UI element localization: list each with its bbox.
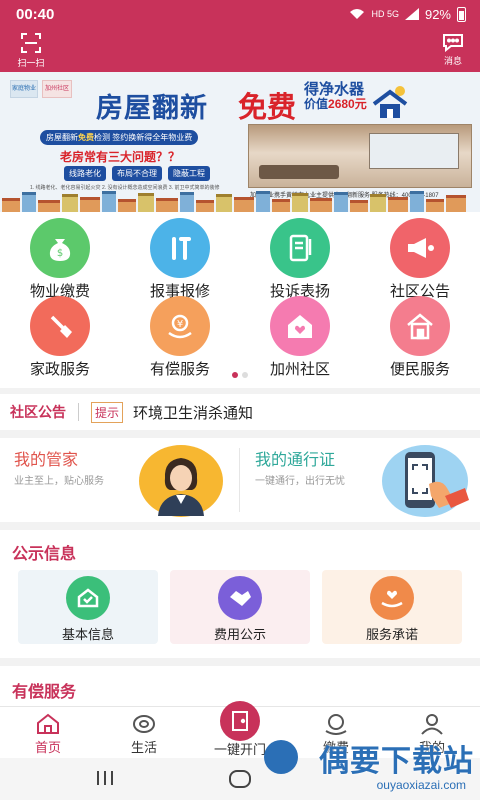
gift-price-line: 价值2680元	[304, 97, 367, 111]
grid-item-announcement[interactable]: 社区公告	[360, 218, 480, 302]
banner-question: 老房常有三大问题？？	[60, 150, 181, 164]
grid-item-property-fee[interactable]: $ 物业缴费	[0, 218, 120, 302]
banner-promo-line: 房屋翻新免费检测 签约换新得全年物业费	[40, 130, 199, 145]
watermark-url: ouyaoxiazai.com	[376, 778, 466, 792]
quick-cards: 我的管家 业主至上，贴心服务 我的通行证 一键通行，出行无忧	[0, 438, 480, 522]
section-title: 公示信息	[12, 546, 77, 563]
grid-item-community[interactable]: 加州社区	[240, 296, 360, 380]
notice-tag: 提示	[91, 401, 124, 423]
pager-dot-active	[232, 372, 238, 378]
public-item-label: 服务承诺	[365, 627, 418, 642]
user-icon	[421, 714, 443, 735]
my-pass-card[interactable]: 我的通行证 一键通行，出行无忧	[241, 438, 479, 522]
banner-logo: 家庭物业	[10, 80, 38, 98]
home-icon	[37, 713, 59, 734]
public-item-fee[interactable]: 费用公示	[170, 570, 310, 644]
svg-text:¥: ¥	[177, 319, 183, 330]
message-button[interactable]: 消息	[438, 32, 468, 67]
banner-town-illustration	[0, 190, 480, 212]
grid-item-paid-service[interactable]: ¥ 有偿服务	[120, 296, 240, 380]
card-title: 我的管家	[14, 452, 79, 469]
heart-hand-icon	[370, 576, 414, 620]
banner-chip: 线路老化	[64, 166, 106, 181]
pager-dot	[242, 372, 248, 378]
app-header: 扫一扫 消息	[0, 28, 480, 72]
watermark-logo-icon	[264, 740, 298, 774]
tab-label: 生活	[130, 740, 157, 755]
tab-home[interactable]: 首页	[0, 707, 96, 759]
tools-icon	[150, 218, 210, 278]
community-notice-bar[interactable]: 社区公告 提示 环境卫生消杀通知	[0, 394, 480, 430]
watermark: 偶要下载站 ouyaoxiazai.com	[264, 736, 474, 796]
pager-dots	[0, 372, 480, 378]
banner-headline: 房屋翻新	[96, 93, 208, 123]
megaphone-icon	[390, 218, 450, 278]
clock: 00:40	[16, 5, 55, 23]
scan-button[interactable]: 扫一扫	[14, 32, 48, 69]
notice-text[interactable]: 环境卫生消杀通知	[133, 402, 253, 423]
banner-free-text: 免费	[238, 92, 297, 124]
my-butler-card[interactable]: 我的管家 业主至上，贴心服务	[0, 438, 238, 522]
tab-life[interactable]: 生活	[96, 707, 192, 759]
home-nav-icon[interactable]	[228, 768, 252, 790]
payment-icon	[325, 714, 347, 735]
battery-icon	[457, 6, 466, 22]
open-door-button[interactable]	[220, 701, 260, 741]
handshake-icon	[218, 576, 262, 620]
section-title: 有偿服务	[12, 684, 77, 701]
card-title: 我的通行证	[255, 452, 336, 469]
signal-icon	[404, 8, 419, 20]
broom-icon	[30, 296, 90, 356]
phone-pass-icon	[382, 445, 469, 517]
public-item-label: 费用公示	[213, 627, 266, 642]
notice-title: 社区公告	[10, 404, 66, 420]
message-label: 消息	[443, 56, 462, 66]
recent-apps-icon[interactable]	[94, 768, 116, 788]
public-item-label: 基本信息	[61, 627, 114, 642]
heart-house-icon	[270, 296, 330, 356]
door-icon	[232, 711, 248, 731]
butler-avatar-icon	[139, 445, 223, 517]
house-check-icon	[66, 576, 110, 620]
notice-divider	[78, 403, 79, 421]
public-item-basic-info[interactable]: 基本信息	[18, 570, 158, 644]
banner-logo-2: 加州社区	[42, 80, 72, 98]
banner-chip: 布局不合理	[112, 166, 162, 181]
yuan-hand-icon: ¥	[150, 296, 210, 356]
chat-bubble-icon	[443, 34, 463, 52]
home-service-icon	[390, 296, 450, 356]
card-divider	[239, 448, 240, 512]
banner-gift: 得净水器 价值2680元	[304, 82, 367, 112]
grid-item-housekeeping[interactable]: 家政服务	[0, 296, 120, 380]
grid-item-repair[interactable]: 报事报修	[120, 218, 240, 302]
banner-chips: 线路老化 布局不合理 隐蔽工程	[64, 166, 210, 181]
card-subtitle: 业主至上，贴心服务	[14, 476, 104, 487]
promo-banner[interactable]: 家庭物业 加州社区 房屋翻新 免费 得净水器 价值2680元 房屋翻新免费检测 …	[0, 72, 480, 212]
card-subtitle: 一键通行，出行无忧	[255, 476, 345, 487]
house-logo-icon	[372, 86, 408, 118]
svg-text:$: $	[57, 248, 63, 259]
banner-room-photo	[248, 124, 472, 188]
service-grid: $ 物业缴费 报事报修 投诉表扬 社区公告 家政服务 ¥ 有偿服务 加州社区 便…	[0, 212, 480, 388]
banner-chip: 隐蔽工程	[168, 166, 210, 181]
watermark-title: 偶要下载站	[319, 745, 474, 778]
network-indicator: HD 5G	[371, 9, 399, 19]
tab-label: 首页	[34, 740, 61, 755]
wifi-icon	[350, 9, 365, 19]
life-icon	[133, 715, 155, 733]
notebook-icon	[270, 218, 330, 278]
public-info-section: 公示信息 基本信息 费用公示 服务承诺	[0, 530, 480, 658]
scan-label: 扫一扫	[17, 58, 45, 68]
money-bag-icon: $	[30, 218, 90, 278]
grid-item-complaint[interactable]: 投诉表扬	[240, 218, 360, 302]
gift-line: 得净水器	[304, 81, 365, 98]
battery-percent: 92%	[424, 6, 451, 22]
scan-icon	[21, 33, 41, 53]
status-bar: 00:40 HD 5G 92%	[0, 0, 480, 28]
grid-item-convenience[interactable]: 便民服务	[360, 296, 480, 380]
public-item-commitment[interactable]: 服务承诺	[322, 570, 462, 644]
